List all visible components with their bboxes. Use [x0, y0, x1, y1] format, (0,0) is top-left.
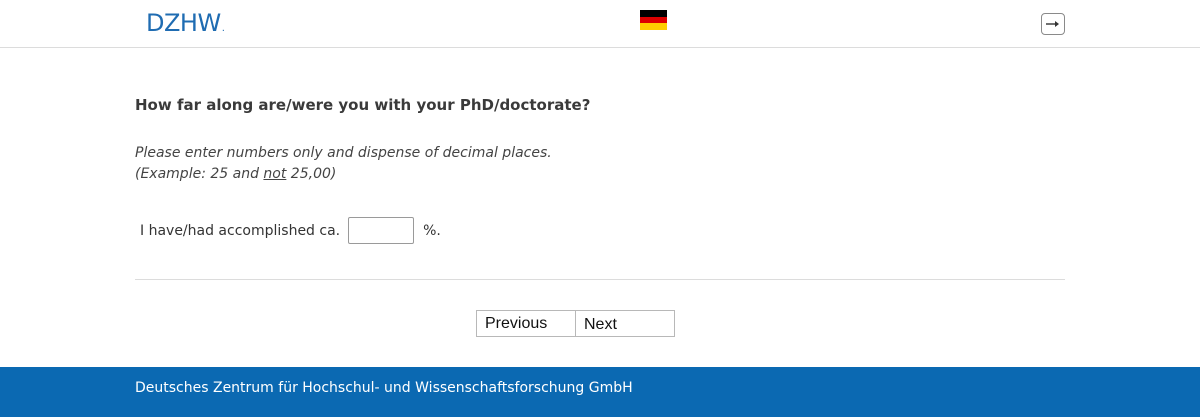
- footer: Deutsches Zentrum für Hochschul- und Wis…: [0, 367, 1200, 417]
- hint-line-2: (Example: 25 and not 25,00): [135, 164, 552, 185]
- hint-not-underlined: not: [263, 166, 287, 182]
- percent-input[interactable]: [348, 217, 415, 244]
- next-button[interactable]: Next: [576, 310, 675, 337]
- flag-stripe-red: [640, 16, 667, 24]
- flag-stripe-black: [640, 10, 667, 17]
- logo-dot: .: [221, 23, 225, 34]
- german-flag-icon[interactable]: [640, 10, 667, 31]
- logout-icon: [1046, 21, 1059, 27]
- divider: [135, 279, 1065, 280]
- flag-stripe-gold: [640, 23, 667, 31]
- question-hint: Please enter numbers only and dispense o…: [135, 143, 552, 185]
- question-title: How far along are/were you with your PhD…: [135, 96, 591, 114]
- dzhw-logo[interactable]: DZHW.: [146, 9, 225, 37]
- header: DZHW.: [0, 0, 1200, 48]
- hint-example-post: 25,00): [286, 166, 337, 182]
- footer-text: Deutsches Zentrum für Hochschul- und Wis…: [135, 380, 633, 396]
- page-navigation: Previous Next: [476, 310, 675, 337]
- logo-text: DZHW: [146, 9, 221, 37]
- hint-line-1: Please enter numbers only and dispense o…: [135, 145, 552, 161]
- answer-row: I have/had accomplished ca. %.: [140, 217, 441, 244]
- logout-button[interactable]: [1041, 13, 1065, 35]
- answer-suffix-label: %.: [423, 222, 441, 239]
- hint-example-pre: (Example: 25 and: [135, 166, 264, 182]
- previous-button[interactable]: Previous: [476, 310, 576, 337]
- answer-prefix-label: I have/had accomplished ca.: [140, 222, 341, 239]
